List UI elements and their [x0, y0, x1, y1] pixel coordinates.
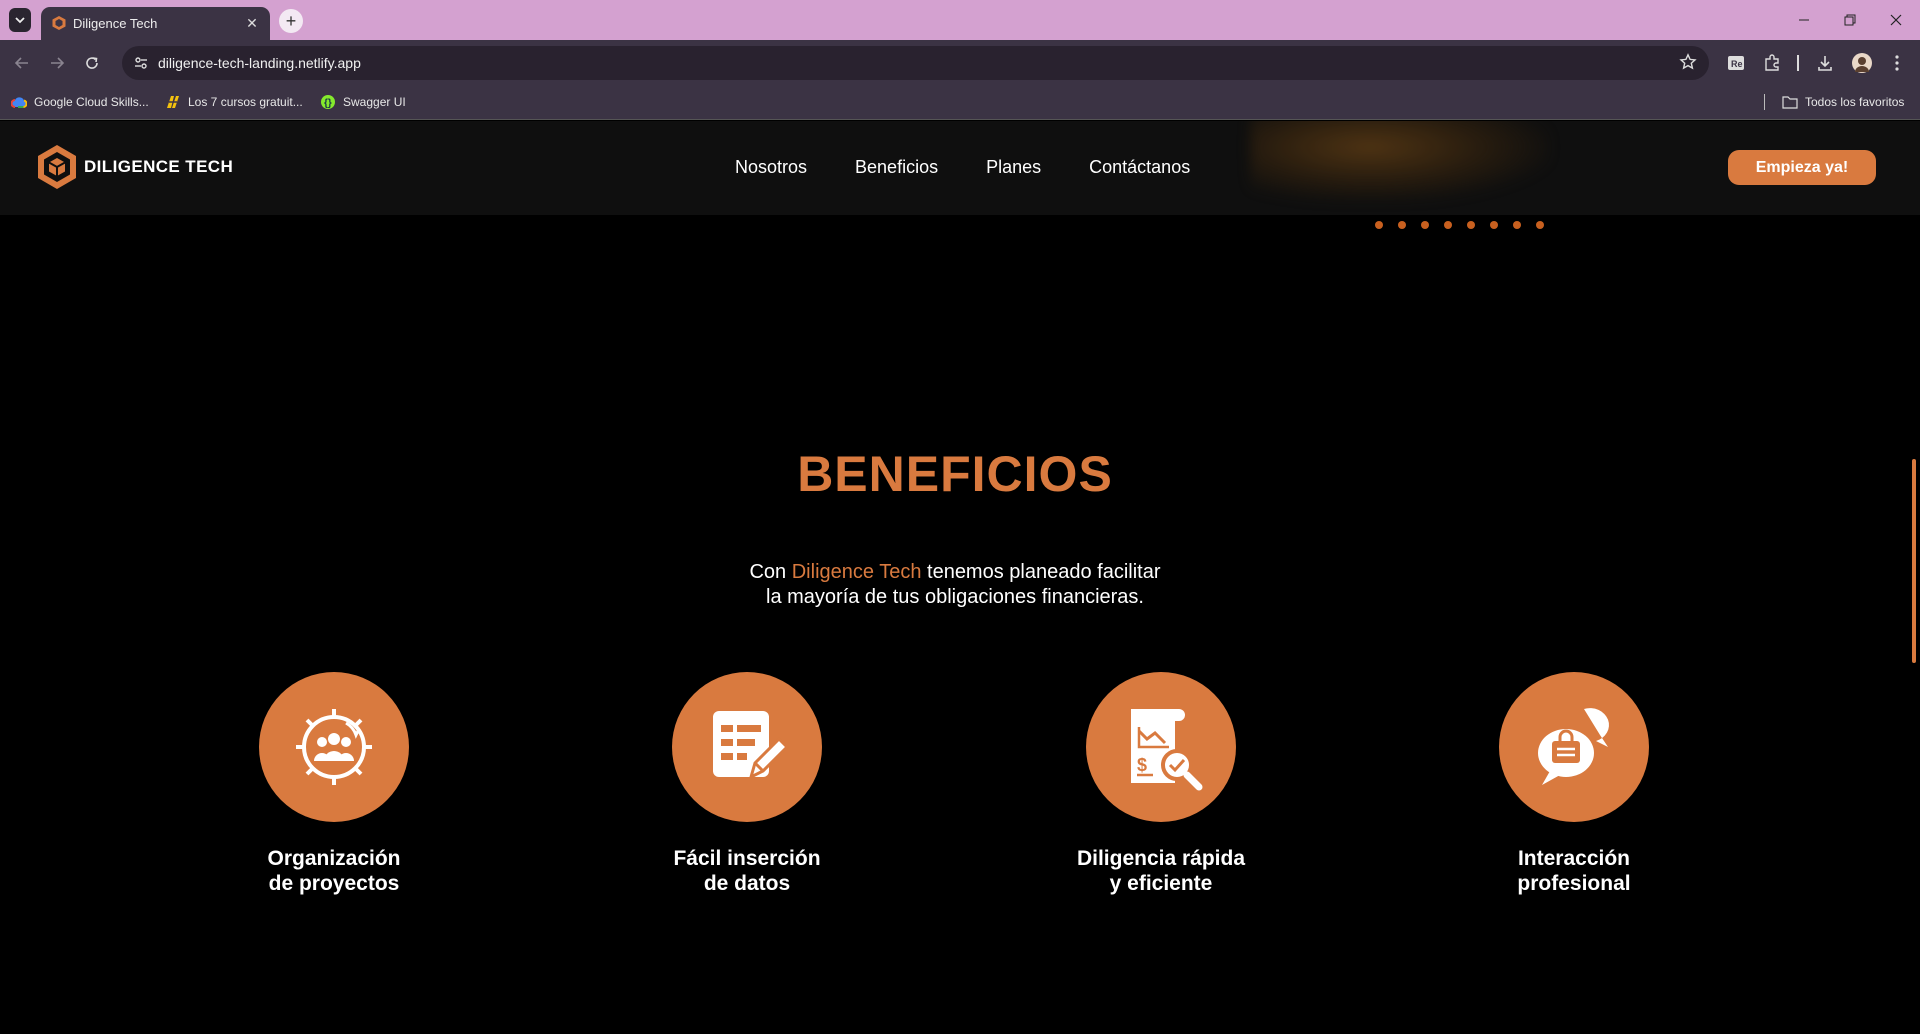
benefit-label-line2: y eficiente [1109, 872, 1213, 895]
benefit-card-organizacion: Organización de proyectos [204, 672, 464, 896]
subtitle-line1-suffix: tenemos planeado facilitar [921, 561, 1161, 583]
dot [1398, 221, 1406, 229]
dot [1444, 221, 1452, 229]
logo-text: DILIGENCE TECH [84, 157, 234, 176]
dot [1513, 221, 1521, 229]
page-scrollbar-thumb[interactable] [1912, 459, 1916, 663]
bookmark-favicon-icon [167, 96, 179, 108]
bookmark-label: Swagger UI [343, 95, 406, 109]
browser-tab-active[interactable]: Diligence Tech ✕ [41, 7, 270, 40]
benefit-label-line2: de proyectos [268, 872, 400, 895]
profile-avatar[interactable] [1850, 51, 1874, 75]
benefit-icon-circle [672, 672, 822, 822]
bookmark-swagger[interactable]: {} Swagger UI [320, 92, 406, 112]
new-tab-button[interactable]: + [279, 9, 303, 33]
dot [1536, 221, 1544, 229]
web-page: DILIGENCE TECH Nosotros Beneficios Plane… [0, 121, 1920, 1034]
decorative-dots [1375, 221, 1544, 229]
bookmark-star-icon[interactable] [1679, 53, 1697, 76]
benefit-label-line2: de datos [703, 872, 791, 895]
browser-menu-icon[interactable] [1885, 51, 1909, 75]
address-bar[interactable]: diligence-tech-landing.netlify.app [122, 46, 1709, 80]
nav-link-planes[interactable]: Planes [986, 157, 1041, 178]
bookmark-label: Los 7 cursos gratuit... [188, 95, 303, 109]
benefit-label-line1: Interacción [1517, 847, 1631, 870]
avatar [1852, 53, 1872, 73]
bookmarks-divider [1764, 94, 1765, 110]
bookmark-google-cloud[interactable]: Google Cloud Skills... [11, 92, 149, 112]
benefit-card-insercion: Fácil inserción de datos [617, 672, 877, 896]
nav-link-nosotros[interactable]: Nosotros [735, 157, 807, 178]
tab-search-button[interactable] [9, 8, 31, 32]
dot [1467, 221, 1475, 229]
chat-bubbles-icon [1538, 708, 1609, 785]
subtitle-line2: la mayoría de tus obligaciones financier… [766, 586, 1144, 608]
diligence-logo-favicon-icon [52, 16, 66, 30]
toolbar-divider [1797, 55, 1799, 71]
benefits-title: BENEFICIOS [797, 446, 1113, 502]
nav-link-beneficios[interactable]: Beneficios [855, 157, 938, 178]
close-window-icon[interactable] [1874, 0, 1918, 40]
benefit-card-interaccion: Interacción profesional [1444, 672, 1704, 896]
site-logo[interactable]: DILIGENCE TECH [36, 143, 233, 191]
forward-icon[interactable] [45, 51, 69, 75]
site-header: DILIGENCE TECH Nosotros Beneficios Plane… [0, 121, 1920, 215]
dot [1490, 221, 1498, 229]
benefit-card-diligencia: $ Diligencia rápida y eficiente [1031, 672, 1291, 896]
benefit-icon-circle [259, 672, 409, 822]
subtitle-brand: Diligence Tech [791, 561, 922, 583]
svg-text:$: $ [1137, 755, 1147, 775]
minimize-icon[interactable] [1782, 0, 1826, 40]
subtitle-prefix: Con [749, 561, 792, 583]
browser-tabbar: Diligence Tech ✕ + [0, 0, 1920, 40]
extension-re-icon[interactable]: Re [1724, 51, 1748, 75]
all-bookmarks-label: Todos los favoritos [1805, 95, 1905, 109]
all-bookmarks-folder[interactable]: Todos los favoritos [1782, 92, 1904, 112]
dot [1375, 221, 1383, 229]
benefit-label-line1: Diligencia rápida [1076, 847, 1246, 870]
benefit-label: Diligencia rápida y eficiente [1031, 846, 1291, 896]
restore-icon[interactable] [1828, 0, 1872, 40]
benefit-label-line1: Organización [267, 847, 401, 870]
close-tab-icon[interactable]: ✕ [242, 13, 262, 33]
reload-icon[interactable] [80, 51, 104, 75]
benefit-label-line2: profesional [1517, 872, 1631, 895]
tab-title: Diligence Tech [73, 16, 158, 31]
extensions-puzzle-icon[interactable] [1760, 51, 1784, 75]
svg-text:Re: Re [1731, 59, 1743, 69]
benefit-label: Interacción profesional [1444, 846, 1704, 896]
bookmarks-bar: Google Cloud Skills... Los 7 cursos grat… [0, 84, 1920, 120]
dot [1421, 221, 1429, 229]
benefits-subtitle: Con Diligence Tech tenemos planeado faci… [0, 560, 1910, 610]
benefit-icon-circle: $ [1086, 672, 1236, 822]
cta-empieza-button[interactable]: Empieza ya! [1728, 150, 1876, 185]
bookmark-label: Google Cloud Skills... [34, 95, 149, 109]
url-text: diligence-tech-landing.netlify.app [158, 55, 361, 71]
main-nav: Nosotros Beneficios Planes Contáctanos [735, 157, 1190, 178]
browser-toolbar: diligence-tech-landing.netlify.app Re [0, 40, 1920, 84]
download-icon[interactable] [1813, 51, 1837, 75]
swagger-icon: {} [321, 95, 335, 109]
back-icon[interactable] [10, 51, 34, 75]
benefit-icon-circle [1499, 672, 1649, 822]
benefit-label: Organización de proyectos [204, 846, 464, 896]
finance-report-icon: $ [1131, 709, 1203, 791]
form-edit-icon [713, 711, 790, 780]
benefit-label: Fácil inserción de datos [617, 846, 877, 896]
bookmark-cursos[interactable]: Los 7 cursos gratuit... [165, 92, 303, 112]
team-gear-icon [296, 709, 372, 785]
benefit-label-line1: Fácil inserción [673, 847, 821, 870]
nav-link-contactanos[interactable]: Contáctanos [1089, 157, 1190, 178]
chevron-down-icon [15, 17, 25, 24]
google-cloud-icon [11, 97, 27, 108]
folder-icon [1782, 96, 1798, 109]
svg-text:{}: {} [324, 98, 332, 109]
diligence-cube-logo-icon [38, 145, 76, 189]
hero-image-blur [1250, 121, 1550, 201]
site-info-icon[interactable] [130, 52, 152, 74]
